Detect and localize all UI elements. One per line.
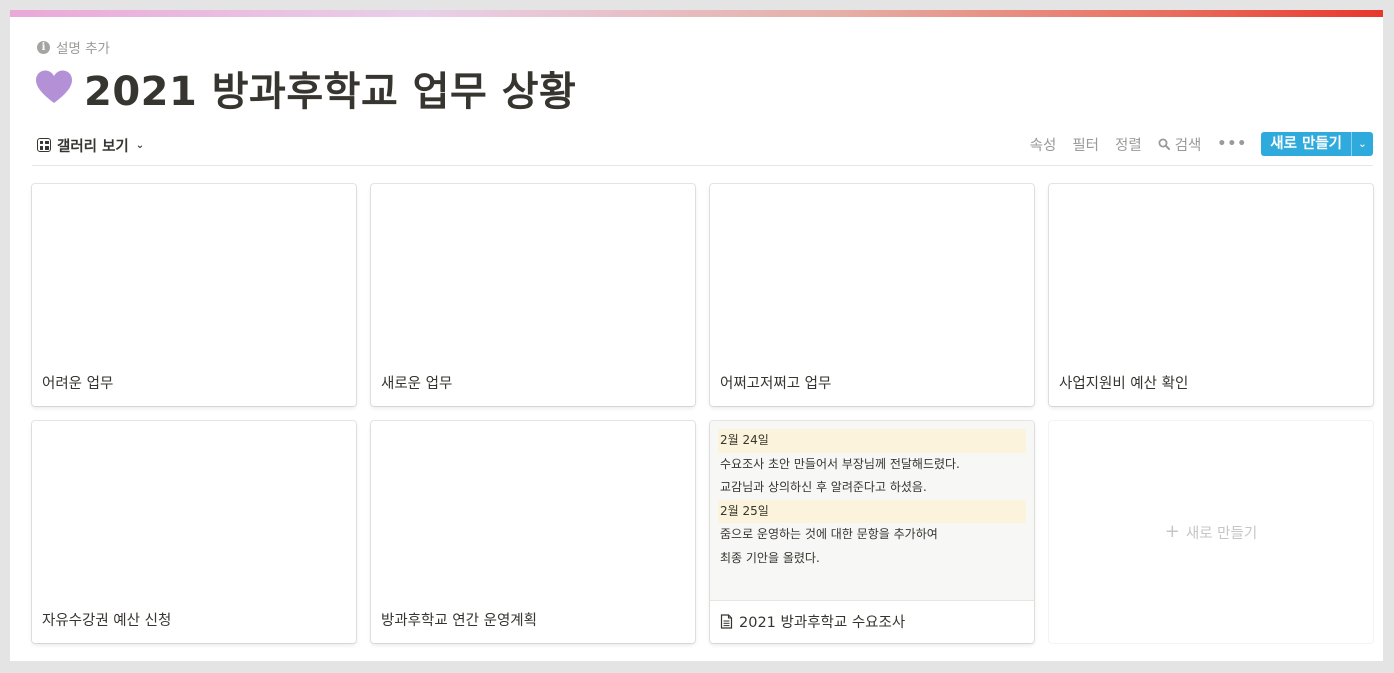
card-title: 2021 방과후학교 수요조사: [739, 615, 906, 631]
sort-button[interactable]: 정렬: [1115, 134, 1142, 155]
chevron-down-icon[interactable]: ⌄: [1351, 132, 1373, 156]
database-toolbar: 갤러리 보기 ⌄ 속성 필터 정렬 검색 ••• 새로 만들기 ⌄: [32, 130, 1373, 166]
preview-line: 교감님과 상의하신 후 알려준다고 하셨음.: [720, 480, 927, 494]
view-label: 갤러리 보기: [57, 138, 129, 155]
page-header: 2021 방과후학교 업무 상황: [34, 59, 576, 117]
document-icon: [720, 614, 733, 629]
preview-line: 수요조사 초안 만들어서 부장님께 전달해드렸다.: [720, 456, 960, 471]
gallery-card[interactable]: 방과후학교 연간 운영계획: [371, 421, 695, 643]
preview-line: 줌으로 운영하는 것에 대한 문항을 추가하여: [720, 527, 938, 541]
gallery-icon: [37, 138, 51, 152]
plus-icon: +: [1164, 521, 1180, 542]
card-title: 사업지원비 예산 확인: [1059, 376, 1189, 392]
search-icon: [1158, 138, 1170, 150]
cover-gradient: [10, 10, 1383, 17]
gallery-card[interactable]: 어려운 업무: [32, 184, 356, 406]
view-switcher[interactable]: 갤러리 보기 ⌄: [37, 134, 144, 156]
filter-button[interactable]: 필터: [1072, 134, 1099, 155]
new-button[interactable]: 새로 만들기 ⌄: [1261, 132, 1373, 156]
new-button-label[interactable]: 새로 만들기: [1261, 132, 1351, 156]
gallery-card[interactable]: 자유수강권 예산 신청: [32, 421, 356, 643]
toolbar-actions: 속성 필터 정렬 검색 ••• 새로 만들기 ⌄: [1014, 132, 1373, 156]
preview-date: 2월 24일: [718, 429, 1026, 453]
card-title: 어려운 업무: [42, 376, 114, 392]
card-title: 방과후학교 연간 운영계획: [381, 613, 537, 629]
add-description[interactable]: i 설명 추가: [37, 38, 110, 57]
card-preview: 2월 24일 수요조사 초안 만들어서 부장님께 전달해드렸다. 교감님과 상의…: [710, 421, 1034, 601]
card-footer: 2021 방과후학교 수요조사: [720, 611, 905, 632]
preview-line: 최종 기안을 올렸다.: [720, 550, 820, 565]
page-frame: i 설명 추가 2021 방과후학교 업무 상황 갤러리 보기 ⌄ 속성 필터 …: [10, 10, 1383, 661]
gallery-card[interactable]: 어쩌고저쩌고 업무: [710, 184, 1034, 406]
search-button[interactable]: 검색: [1158, 134, 1202, 155]
page-title[interactable]: 2021 방과후학교 업무 상황: [84, 59, 576, 117]
card-title: 자유수강권 예산 신청: [42, 613, 172, 629]
properties-button[interactable]: 속성: [1030, 134, 1057, 155]
search-label: 검색: [1174, 137, 1202, 154]
gallery-card[interactable]: 새로운 업무: [371, 184, 695, 406]
description-label: 설명 추가: [56, 41, 110, 57]
card-title: 새로운 업무: [381, 376, 453, 392]
more-icon[interactable]: •••: [1217, 136, 1247, 152]
chevron-down-icon: ⌄: [135, 139, 145, 151]
card-title: 어쩌고저쩌고 업무: [720, 376, 832, 392]
add-card-label: 새로 만들기: [1185, 525, 1258, 542]
preview-date: 2월 25일: [718, 499, 1026, 523]
purple-heart-icon[interactable]: [34, 68, 74, 108]
info-icon: i: [37, 40, 50, 54]
gallery-card[interactable]: 사업지원비 예산 확인: [1049, 184, 1373, 406]
add-new-card[interactable]: + 새로 만들기: [1049, 421, 1373, 643]
gallery-card-with-preview[interactable]: 2월 24일 수요조사 초안 만들어서 부장님께 전달해드렸다. 교감님과 상의…: [710, 421, 1034, 643]
